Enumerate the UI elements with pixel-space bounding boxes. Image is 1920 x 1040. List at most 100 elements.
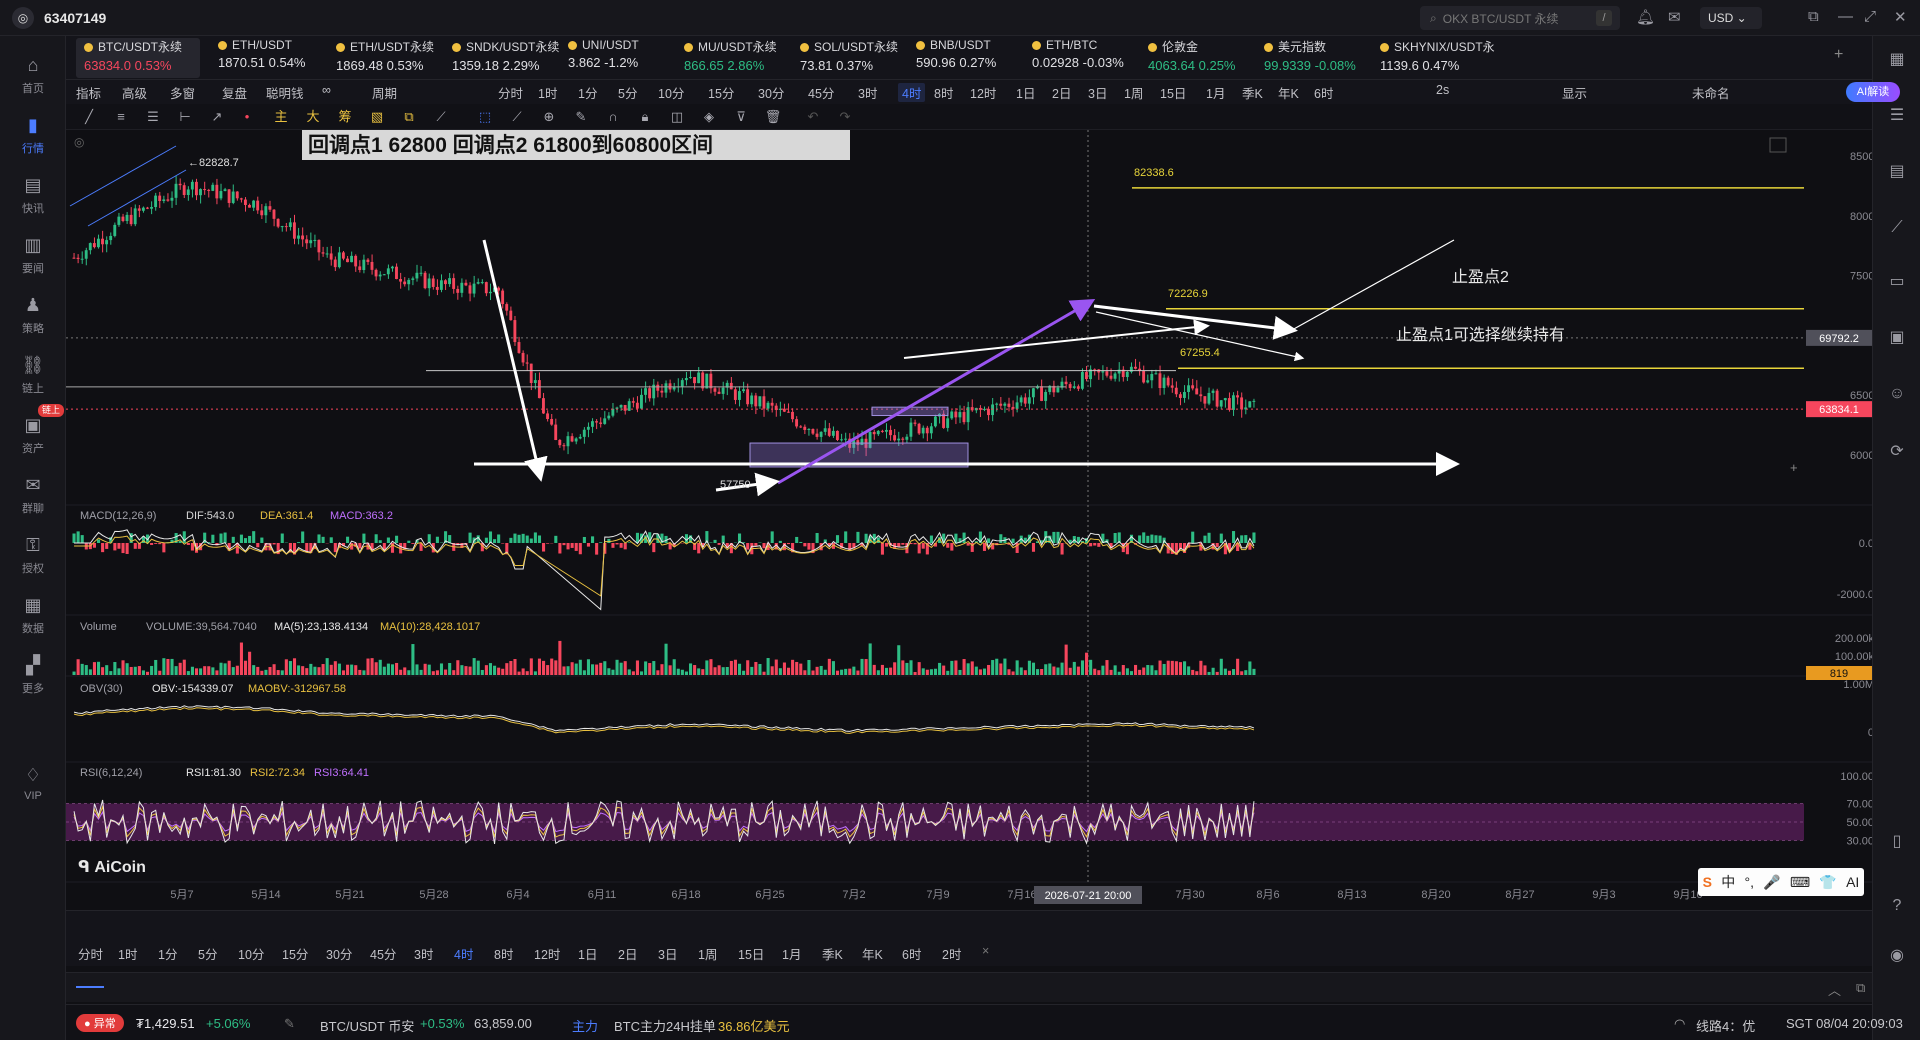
edit-icon[interactable]: ✎ (284, 1016, 295, 1032)
ime-key-1[interactable]: 中 (1721, 872, 1735, 892)
add-order-icon[interactable]: + (1790, 460, 1798, 475)
bottom-period-8[interactable]: 3时 (414, 944, 433, 963)
ticker-tab[interactable]: BTC/USDT永续 63834.0 0.53% (76, 38, 200, 78)
bottom-period-2[interactable]: 1分 (158, 944, 177, 963)
filter-tool-icon[interactable]: ⊽ (732, 108, 750, 126)
bottom-period-1[interactable]: 1时 (118, 944, 137, 963)
chart-tool-2[interactable]: 多窗 (170, 83, 195, 102)
connection-line[interactable]: 线路4：优 (1696, 1016, 1755, 1035)
period-20[interactable]: 6时 (1314, 83, 1333, 102)
down-arrow[interactable] (482, 239, 548, 482)
search-input[interactable]: ⌕ OKX BTC/USDT 永续 / (1420, 6, 1620, 30)
ime-key-6[interactable]: AI (1846, 874, 1859, 890)
toolbar-right-0[interactable]: 2s (1436, 83, 1449, 97)
ime-key-3[interactable]: 🎤 (1763, 874, 1780, 891)
period-15[interactable]: 1周 (1124, 83, 1143, 102)
target-line[interactable] (1291, 239, 1455, 331)
layout-icon[interactable]: ▦ (1887, 50, 1907, 70)
ime-key-2[interactable]: °, (1744, 874, 1754, 890)
sidebar-item-6[interactable]: ▣ 资产 链上 (0, 404, 66, 466)
bottom-period-9[interactable]: 4时 (454, 944, 473, 963)
bottom-period-18[interactable]: 季K (822, 944, 843, 963)
sidebar-item-7[interactable]: ✉ 群聊 (0, 466, 66, 526)
popout-panel-icon[interactable]: ⧉ (1856, 980, 1865, 996)
sidebar-item-8[interactable]: ⚿ 授权 (0, 526, 66, 586)
period-16[interactable]: 15日 (1160, 83, 1186, 102)
chart-tool-6[interactable]: 周期 (372, 83, 397, 102)
pullback-zone[interactable] (871, 406, 949, 417)
ai-interpret-button[interactable]: AI解读 (1846, 82, 1900, 102)
bottom-period-12[interactable]: 1日 (578, 944, 597, 963)
undo-icon[interactable]: ↶ (804, 108, 822, 126)
bottom-period-10[interactable]: 8时 (494, 944, 513, 963)
close-period-icon[interactable]: × (982, 944, 989, 958)
heatmap-tool-icon[interactable]: ▧ (368, 108, 386, 126)
big-tool-icon[interactable]: 大 (304, 108, 322, 126)
bottom-period-6[interactable]: 30分 (326, 944, 352, 963)
sidebar-item-4[interactable]: ♟ 策略 (0, 286, 66, 346)
account-avatar[interactable]: ◎ (12, 6, 34, 29)
robot-icon[interactable]: ☺ (1887, 384, 1907, 404)
status-pair[interactable]: BTC/USDT 币安 (320, 1016, 414, 1035)
sidebar-item-1[interactable]: ▮ 行情 (0, 106, 66, 166)
ime-key-4[interactable]: ⌨ (1790, 874, 1810, 891)
chart-tool-0[interactable]: 指标 (76, 83, 101, 102)
sidebar-item-2[interactable]: ▤ 快讯 (0, 166, 66, 226)
chart-tool-1[interactable]: 高级 (122, 83, 147, 102)
period-14[interactable]: 3日 (1088, 83, 1107, 102)
ruler-tool-icon[interactable]: ⟋ (508, 108, 526, 126)
hide-tool-icon[interactable]: ◫ (668, 108, 686, 126)
period-0[interactable]: 分时 (498, 83, 523, 102)
dot-tool-icon[interactable]: • (238, 108, 256, 126)
ticker-tab[interactable]: BNB/USDT 590.96 0.27% (908, 38, 1020, 78)
trend-icon[interactable]: ⟋ (1887, 218, 1907, 238)
pen-tool-icon[interactable]: ✎ (572, 108, 590, 126)
hline-tool-icon[interactable]: ≡ (112, 108, 130, 126)
bottom-period-7[interactable]: 45分 (370, 944, 396, 963)
assistant-icon[interactable]: ◉ (1887, 946, 1907, 966)
chart-tool-5[interactable]: ∞ (322, 83, 331, 97)
layer-tool-icon[interactable]: ◈ (700, 108, 718, 126)
period-2[interactable]: 1分 (578, 83, 597, 102)
calculator-icon[interactable]: ▤ (1887, 162, 1907, 182)
chart-svg[interactable]: 85000.080000.075000.070000.065000.060000… (66, 130, 1872, 910)
chip-tool-icon[interactable]: 筹 (336, 108, 354, 126)
period-8[interactable]: 3时 (858, 83, 877, 102)
minimize-icon[interactable]: — (1838, 8, 1853, 25)
sidebar-item-3[interactable]: ▥ 要闻 (0, 226, 66, 286)
magnet-tool-icon[interactable]: ∩ (604, 108, 622, 126)
ticker-tab[interactable]: 伦敦金 4063.64 0.25% (1140, 38, 1252, 78)
ticker-tab[interactable]: ETH/USDT 1870.51 0.54% (210, 38, 322, 78)
popout-icon[interactable]: ⧉ (1808, 8, 1819, 25)
bottom-period-3[interactable]: 5分 (198, 944, 217, 963)
measure-tool-icon[interactable]: ⟋ (432, 108, 450, 126)
ticker-tab[interactable]: SKHYNIX/USDT永 1139.6 0.47% (1372, 38, 1495, 78)
sidebar-item-10[interactable]: ▞ 更多 (0, 646, 66, 706)
period-3[interactable]: 5分 (618, 83, 637, 102)
bottom-period-13[interactable]: 2日 (618, 944, 637, 963)
refresh-icon[interactable]: ⟳ (1887, 442, 1907, 462)
bell-icon[interactable]: 🔔︎ (1636, 8, 1655, 26)
period-17[interactable]: 1月 (1206, 83, 1225, 102)
ticker-tab[interactable]: MU/USDT永续 866.65 2.86% (676, 38, 788, 78)
channel-tool-icon[interactable]: ☰ (144, 108, 162, 126)
bottom-period-14[interactable]: 3日 (658, 944, 677, 963)
ime-key-0[interactable]: S (1703, 874, 1712, 890)
bottom-period-5[interactable]: 15分 (282, 944, 308, 963)
trendline-tool-icon[interactable]: ╱ (80, 108, 98, 126)
zoom-tool-icon[interactable]: ⊕ (540, 108, 558, 126)
status-badge[interactable]: ● 异常 (76, 1014, 124, 1032)
candles[interactable] (72, 176, 1256, 457)
period-5[interactable]: 15分 (708, 83, 734, 102)
arrow-tool-icon[interactable]: ↗ (208, 108, 226, 126)
lock-tool-icon[interactable]: 🔒︎ (636, 108, 654, 126)
collapse-icon[interactable]: ︿ (1828, 980, 1841, 999)
period-19[interactable]: 年K (1278, 83, 1299, 102)
sidebar-item-9[interactable]: ▦ 数据 (0, 586, 66, 646)
wedge-upper-arrow[interactable] (903, 319, 1210, 359)
bottom-period-19[interactable]: 年K (862, 944, 883, 963)
ray-tool-icon[interactable]: ⊢ (176, 108, 194, 126)
period-6[interactable]: 30分 (758, 83, 784, 102)
fullscreen-icon[interactable] (1769, 137, 1787, 153)
ticker-tab[interactable]: SOL/USDT永续 73.81 0.37% (792, 38, 904, 78)
